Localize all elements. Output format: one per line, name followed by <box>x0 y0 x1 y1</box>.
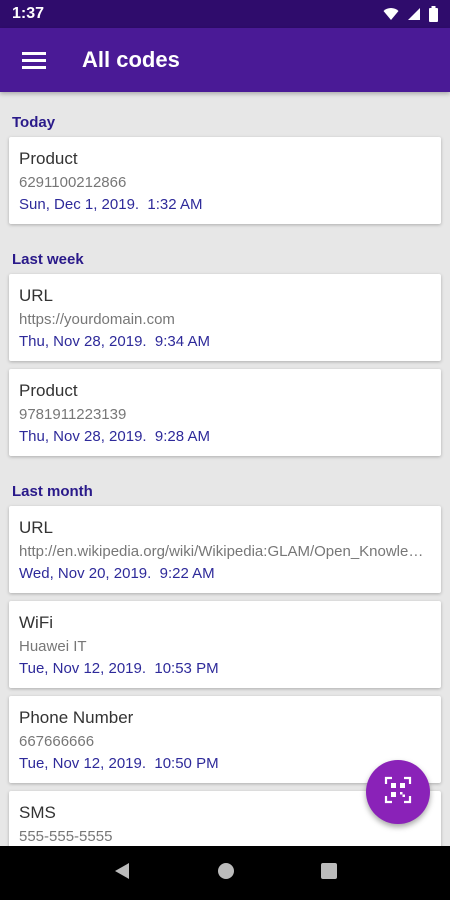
code-date: Wed, Nov 20, 2019. 9:22 AM <box>19 565 215 582</box>
wifi-icon <box>383 7 399 21</box>
codes-list[interactable]: Today Product 6291100212866 Sun, Dec 1, … <box>0 92 450 846</box>
battery-icon <box>429 6 438 22</box>
code-value: 667666666 <box>19 733 95 750</box>
status-bar: 1:37 <box>0 0 450 28</box>
code-value: http://en.wikipedia.org/wiki/Wikipedia:G… <box>19 543 431 560</box>
app-bar: All codes <box>0 28 450 92</box>
code-type: WiFi <box>19 613 53 632</box>
system-nav-bar <box>0 846 450 900</box>
list-item[interactable]: URL https://yourdomain.com Thu, Nov 28, … <box>9 274 441 361</box>
code-date: Tue, Nov 12, 2019. 10:53 PM <box>19 660 219 677</box>
code-value: 555-555-5555 <box>19 828 113 845</box>
list-item[interactable]: URL http://en.wikipedia.org/wiki/Wikiped… <box>9 506 441 593</box>
code-type: URL <box>19 286 54 305</box>
code-value: Huawei IT <box>19 638 87 655</box>
list-item[interactable]: Product 6291100212866 Sun, Dec 1, 2019. … <box>9 137 441 224</box>
qr-scan-icon <box>384 776 412 809</box>
code-date: Thu, Nov 28, 2019. 9:34 AM <box>19 333 210 350</box>
code-type: Product <box>19 381 78 400</box>
list-item[interactable]: WiFi Huawei IT Tue, Nov 12, 2019. 10:53 … <box>9 601 441 688</box>
back-icon[interactable] <box>113 862 131 885</box>
list-item[interactable]: Product 9781911223139 Thu, Nov 28, 2019.… <box>9 369 441 456</box>
code-type: Phone Number <box>19 708 134 727</box>
code-value: https://yourdomain.com <box>19 311 175 328</box>
hamburger-menu-icon[interactable] <box>4 28 64 92</box>
home-icon[interactable] <box>217 862 235 885</box>
code-date: Sun, Dec 1, 2019. 1:32 AM <box>19 196 203 213</box>
code-value: 9781911223139 <box>19 406 127 423</box>
section-header-last-month: Last month <box>12 483 93 500</box>
recents-icon[interactable] <box>321 862 337 884</box>
code-date: Tue, Nov 12, 2019. 10:50 PM <box>19 755 219 772</box>
code-type: Product <box>19 149 78 168</box>
code-type: URL <box>19 518 54 537</box>
page-title: All codes <box>82 47 180 72</box>
status-time: 1:37 <box>12 5 45 22</box>
status-icons <box>383 6 438 22</box>
code-value: 6291100212866 <box>19 174 127 191</box>
section-header-last-week: Last week <box>12 251 84 268</box>
section-header-today: Today <box>12 114 56 131</box>
signal-icon <box>407 7 421 21</box>
code-date: Thu, Nov 28, 2019. 9:28 AM <box>19 428 210 445</box>
scan-qr-button[interactable] <box>366 760 430 824</box>
